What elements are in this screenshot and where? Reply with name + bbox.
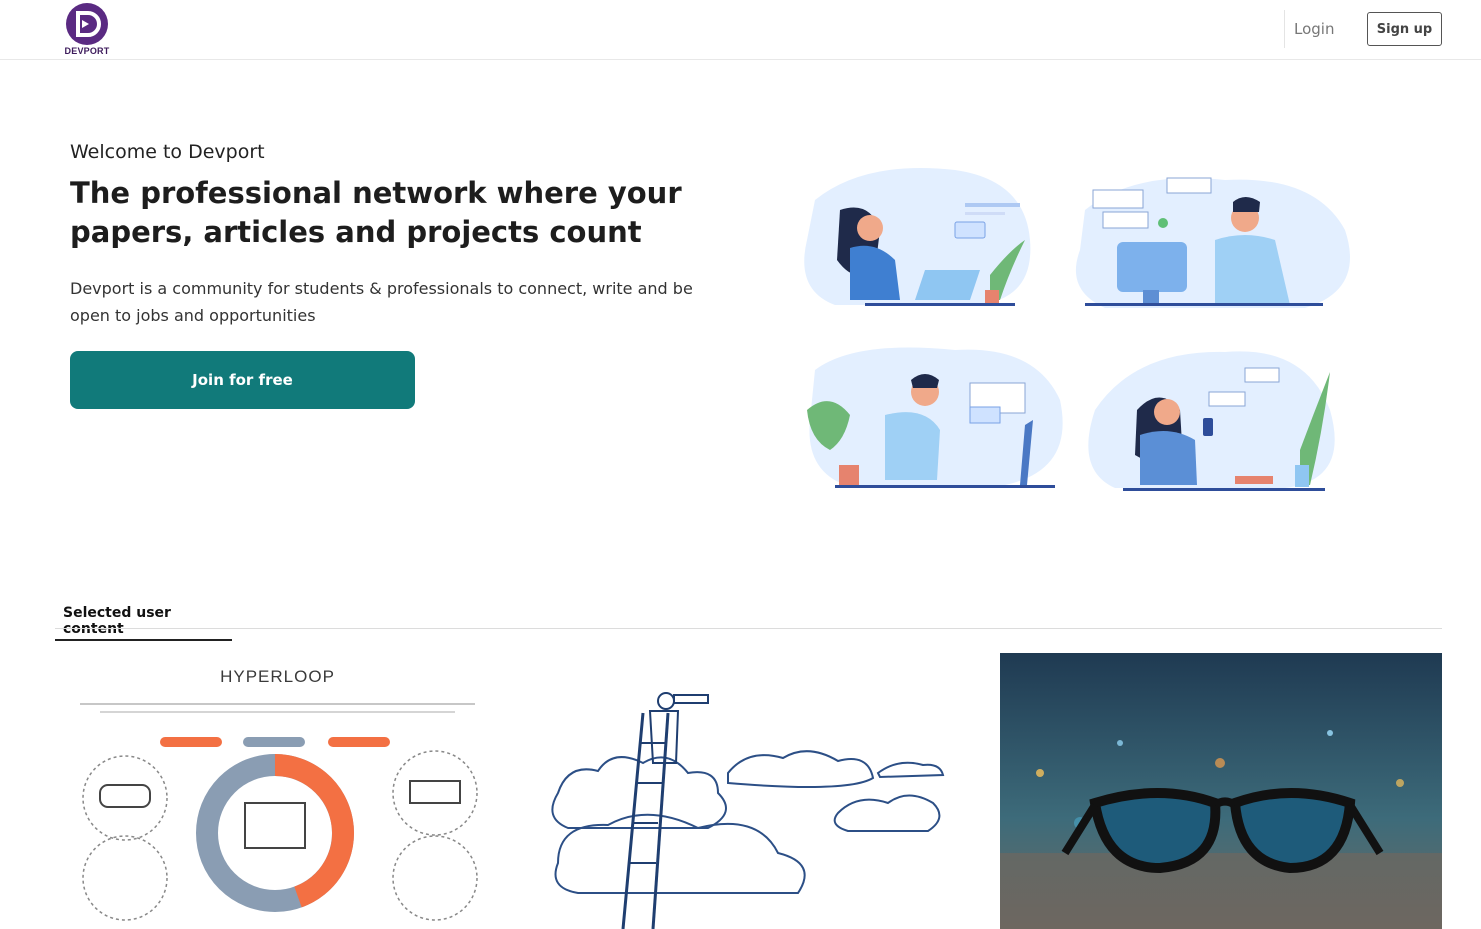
illustration-woman-phone (1088, 351, 1335, 491)
selected-content-tab[interactable]: Selected user content (55, 605, 232, 641)
illustration-woman-laptop (804, 168, 1031, 306)
login-button[interactable]: Login (1294, 20, 1334, 38)
card-title: HYPERLOOP (220, 667, 335, 686)
devport-logo[interactable]: DEVPORT (62, 2, 112, 58)
hero-headline: The professional network where your pape… (70, 176, 682, 249)
welcome-text: Welcome to Devport (70, 141, 265, 163)
content-card-glasses[interactable] (1000, 653, 1442, 929)
logo-d-icon (66, 3, 108, 45)
sketch-illustration (551, 692, 945, 929)
hero-description: Devport is a community for students & pr… (70, 279, 693, 325)
illustration-man-monitor (807, 347, 1063, 488)
glasses-photo (1000, 653, 1442, 929)
top-navbar: DEVPORT Login Sign up (0, 0, 1481, 60)
content-card-hyperloop[interactable]: HYPERLOOP (55, 653, 500, 929)
nav-divider (1284, 10, 1285, 48)
hero-illustration (775, 140, 1395, 520)
signup-button[interactable]: Sign up (1367, 12, 1442, 46)
illustration-man-desktop (1075, 177, 1350, 308)
section-divider (55, 628, 1442, 629)
join-for-free-button[interactable]: Join for free (70, 351, 415, 409)
hyperloop-infographic (80, 703, 478, 921)
logo-text: DEVPORT (64, 46, 110, 56)
content-card-sketch[interactable] (528, 653, 973, 929)
